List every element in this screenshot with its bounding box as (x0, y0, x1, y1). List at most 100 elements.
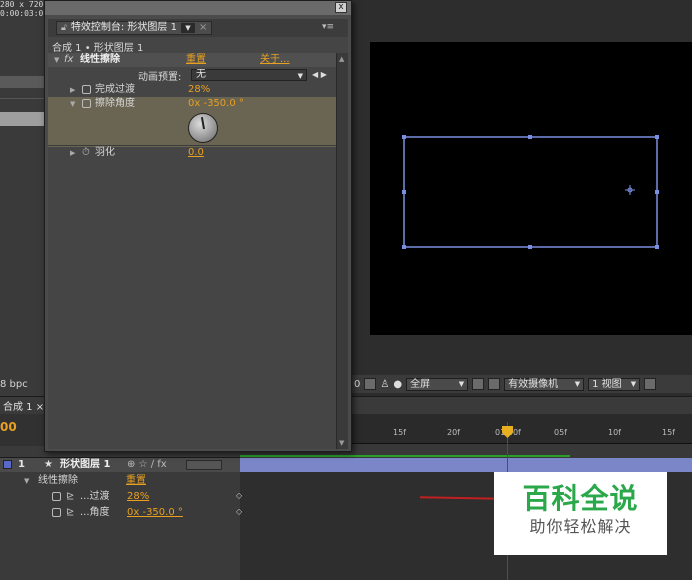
layer-switch-boxes[interactable] (186, 460, 222, 470)
chevron-down-icon[interactable]: ▼ (180, 23, 195, 33)
property-label: ...角度 (80, 507, 110, 518)
angle-dial-knob[interactable] (188, 113, 218, 143)
render-cache-bar (240, 455, 570, 457)
watermark-logo: 百科全说 助你轻松解决 (494, 472, 667, 555)
twirl-down-icon[interactable]: ▼ (70, 97, 75, 111)
effect-name: 线性擦除 (80, 54, 120, 65)
switches-icons[interactable]: ⊕ ☆ ∕ fx (127, 458, 167, 472)
stopwatch-icon[interactable]: ⏱︎ (82, 146, 90, 160)
twirl-right-icon[interactable]: ▶ (70, 146, 75, 160)
camera-dropdown[interactable]: 有效摄像机 ▼ (504, 377, 585, 391)
param-row-feather[interactable]: ▶ ⏱︎ 羽化 0.0 (48, 145, 336, 159)
panel-tabrow: 🔓︎ 特效控制台: 形状图层 1 ▼ × ▾≡ (48, 19, 348, 37)
graph-icon[interactable]: ⊵ (66, 506, 74, 520)
project-band (0, 76, 44, 88)
view-layout-dropdown[interactable]: 1 视图 ▼ (588, 377, 641, 391)
ruler-tick: 05f (554, 428, 567, 437)
dial-needle (200, 117, 205, 130)
effect-reset-link[interactable]: 重置 (126, 474, 146, 488)
person-icon[interactable]: ♙ (380, 379, 389, 390)
region-icon[interactable] (472, 378, 485, 390)
twirl-down-icon[interactable]: ▼ (54, 53, 59, 67)
project-divider (0, 98, 44, 99)
about-link[interactable]: 关于... (260, 53, 290, 67)
angle-dial-area (48, 111, 336, 147)
property-row[interactable]: ⊵ ...过渡 28% (0, 490, 240, 504)
comp-layer-path: 合成 1 • 形状图层 1 (52, 43, 144, 54)
property-value[interactable]: 0x -350.0 ° (127, 506, 183, 520)
param-label: 擦除角度 (95, 98, 135, 109)
ruler-tick: 15f (662, 428, 675, 437)
effect-controls-window: x 🔓︎ 特效控制台: 形状图层 1 ▼ × ▾≡ 合成 1 • 形状图层 1 … (44, 0, 352, 452)
effect-controls-body: 合成 1 • 形状图层 1 ▲ ▼ ▼ fx 线性擦除 重置 关于... 动画预… (48, 37, 348, 449)
viewer-toolbar: 0 ♙ ● 全屏 ▼ 有效摄像机 ▼ 1 视图 ▼ (352, 375, 692, 393)
keyframe-icon[interactable]: ◇ (236, 491, 242, 500)
param-row-completion[interactable]: ▶ 完成过渡 28% (48, 83, 336, 97)
preset-nav-arrows[interactable]: ◀ ▶ (312, 70, 327, 79)
property-row[interactable]: ⊵ ...角度 0x -350.0 ° (0, 506, 240, 520)
property-label: ...过渡 (80, 491, 110, 502)
fx-icon[interactable]: fx (64, 53, 73, 67)
footage-info: 280 x 720 0:00:03:0 (0, 0, 44, 18)
project-selected-item[interactable] (0, 112, 44, 126)
chevron-down-icon: ▼ (458, 379, 465, 388)
effect-row[interactable]: ▼ 线性擦除 重置 (0, 474, 240, 488)
window-titlebar[interactable]: x (45, 1, 351, 15)
panel-menu-icon[interactable]: ▾≡ (322, 22, 334, 32)
watermark-title: 百科全说 (522, 482, 639, 515)
timeline-timecode[interactable]: 00 (0, 420, 17, 434)
effect-header-row[interactable]: ▼ fx 线性擦除 重置 关于... (48, 53, 336, 67)
param-value[interactable]: 0.0 (188, 146, 204, 160)
preset-label: 动画预置: (138, 72, 182, 83)
ruler-tick: 20f (447, 428, 460, 437)
reset-link[interactable]: 重置 (186, 53, 206, 67)
layer-row[interactable]: 1 ★ 形状图层 1 ⊕ ☆ ∕ fx (0, 458, 240, 472)
twirl-right-icon[interactable]: ▶ (70, 83, 75, 97)
color-channel-icon[interactable]: ● (393, 379, 402, 390)
snapshot-icon[interactable] (364, 378, 377, 390)
project-panel (0, 0, 44, 400)
stopwatch-icon[interactable] (52, 508, 61, 517)
chevron-down-icon: ▼ (574, 379, 581, 388)
stopwatch-icon[interactable] (52, 492, 61, 501)
stopwatch-icon[interactable] (82, 99, 91, 108)
magnification-readout[interactable]: 0 (354, 379, 360, 390)
layer-index: 1 (18, 459, 25, 470)
param-label: 羽化 (95, 147, 115, 158)
scrollbar[interactable]: ▲ ▼ (336, 53, 348, 449)
label-color-swatch[interactable] (3, 460, 12, 469)
timeline-tab[interactable]: 合成 1 × (0, 398, 44, 413)
lock-icon[interactable]: 🔓︎ (61, 21, 67, 35)
close-icon[interactable]: × (199, 21, 207, 35)
animation-preset-dropdown[interactable]: 无 ▼ (191, 69, 307, 81)
chevron-down-icon: ▼ (297, 72, 303, 80)
param-value[interactable]: 0x -350.0 ° (188, 97, 244, 111)
chevron-down-icon: ▼ (630, 379, 637, 388)
star-icon: ★ (44, 459, 53, 470)
graph-icon[interactable]: ⊵ (66, 490, 74, 504)
ruler-tick: 10f (608, 428, 621, 437)
layer-duration-bar[interactable] (240, 458, 692, 472)
anchor-point-icon (625, 185, 635, 195)
resolution-dropdown[interactable]: 全屏 ▼ (406, 377, 469, 391)
ruler-tick: 15f (393, 428, 406, 437)
param-label: 完成过渡 (95, 84, 135, 95)
scroll-down-icon[interactable]: ▼ (339, 439, 344, 447)
watermark-subtitle: 助你轻松解决 (529, 517, 632, 536)
layer-name[interactable]: 形状图层 1 (60, 458, 110, 472)
effect-name: 线性擦除 (38, 475, 78, 486)
composition-viewer[interactable] (370, 42, 692, 335)
keyframe-icon[interactable]: ◇ (236, 507, 242, 516)
bpc-indicator[interactable]: 8 bpc (0, 379, 28, 390)
twirl-down-icon[interactable]: ▼ (24, 474, 29, 488)
shape-layer-outline[interactable] (370, 42, 692, 335)
property-value[interactable]: 28% (127, 490, 149, 504)
transparency-grid-icon[interactable] (488, 378, 501, 390)
scroll-up-icon[interactable]: ▲ (339, 55, 344, 63)
stopwatch-icon[interactable] (82, 85, 91, 94)
param-row-angle[interactable]: ▼ 擦除角度 0x -350.0 ° (48, 97, 336, 111)
tab-effect-controls[interactable]: 🔓︎ 特效控制台: 形状图层 1 ▼ × (56, 21, 213, 35)
toggle-pixel-icon[interactable] (644, 378, 657, 390)
close-button[interactable]: x (335, 2, 347, 13)
param-value[interactable]: 28% (188, 83, 210, 97)
